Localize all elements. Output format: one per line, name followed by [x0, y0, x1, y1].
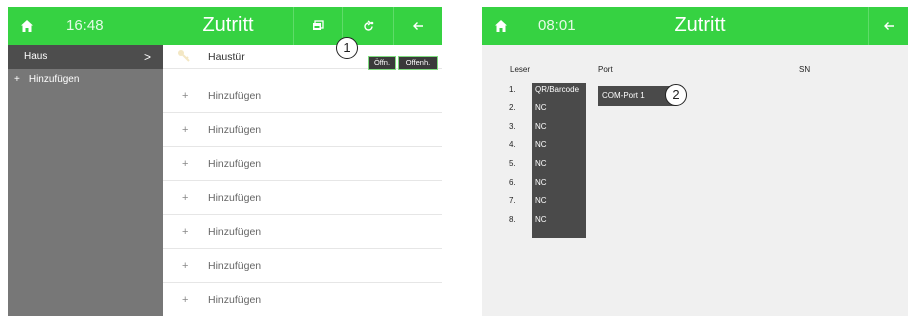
- sidebar: Haus > + Hinzufügen: [8, 45, 163, 316]
- left-screen: 16:48 Zutritt Haus > + Hinzufügen Haustü…: [8, 7, 442, 316]
- plus-icon: +: [182, 124, 189, 136]
- clock: 16:48: [66, 17, 104, 34]
- sidebar-add-button[interactable]: + Hinzufügen: [8, 69, 163, 91]
- reader-number: 2.: [509, 103, 516, 112]
- list-item-label: Haustür: [208, 51, 245, 63]
- back-arrow-icon: [413, 22, 423, 30]
- list-item-label: Hinzufügen: [208, 260, 262, 272]
- sidebar-item-haus[interactable]: Haus >: [8, 45, 163, 69]
- list-item-add[interactable]: + Hinzufügen: [163, 79, 442, 113]
- reader-type[interactable]: QR/Barcode: [535, 85, 579, 94]
- reader-number: 5.: [509, 159, 516, 168]
- list-item-add[interactable]: + Hinzufügen: [163, 249, 442, 283]
- plus-icon: +: [182, 90, 189, 102]
- page-title: Zutritt: [202, 14, 254, 36]
- home-button[interactable]: [8, 7, 46, 45]
- reader-type[interactable]: NC: [535, 178, 547, 187]
- list-item-add[interactable]: + Hinzufügen: [163, 113, 442, 147]
- sidebar-item-label: Haus: [24, 51, 48, 62]
- reader-type[interactable]: NC: [535, 215, 547, 224]
- list-item-add[interactable]: + Hinzufügen: [163, 283, 442, 316]
- list-item-label: Hinzufügen: [208, 226, 262, 238]
- callout-marker: 1: [336, 37, 358, 59]
- top-bar: 08:01 Zutritt: [482, 7, 908, 45]
- column-header-port: Port: [598, 65, 613, 74]
- chevron-right-icon: >: [143, 50, 151, 64]
- gallery-icon: [313, 20, 324, 30]
- reader-type[interactable]: NC: [535, 140, 547, 149]
- home-button[interactable]: [482, 7, 520, 45]
- home-icon: [21, 20, 33, 32]
- back-button[interactable]: [869, 7, 908, 45]
- column-header-sn: SN: [799, 65, 811, 74]
- gallery-button[interactable]: [294, 7, 342, 45]
- reader-number: 4.: [509, 140, 516, 149]
- reader-type[interactable]: NC: [535, 159, 547, 168]
- right-screen: 08:01 Zutritt Leser Port SN 1. 2. 3. 4. …: [482, 7, 908, 316]
- plus-icon: +: [182, 294, 189, 306]
- reader-number: 8.: [509, 215, 516, 224]
- reader-number: 7.: [509, 196, 516, 205]
- plus-icon: +: [182, 192, 189, 204]
- list-item-add[interactable]: + Hinzufügen: [163, 181, 442, 215]
- list-item-label: Hinzufügen: [208, 124, 262, 136]
- plus-icon: +: [182, 260, 189, 272]
- plus-icon: +: [182, 226, 189, 238]
- sidebar-add-label: Hinzufügen: [28, 74, 80, 85]
- back-button[interactable]: [394, 7, 442, 45]
- reader-number: 6.: [509, 178, 516, 187]
- plus-icon: +: [182, 158, 189, 170]
- back-arrow-icon: [883, 22, 894, 30]
- open-button[interactable]: Öffn.: [368, 56, 396, 70]
- list-item-label: Hinzufügen: [208, 158, 262, 170]
- list-item-label: Hinzufügen: [208, 192, 262, 204]
- key-icon: [178, 50, 190, 62]
- reader-number: 1.: [509, 85, 516, 94]
- list-item-add[interactable]: + Hinzufügen: [163, 215, 442, 249]
- callout-marker: 2: [665, 84, 687, 106]
- clock: 08:01: [538, 17, 576, 34]
- plus-icon: +: [14, 74, 20, 85]
- reader-type[interactable]: NC: [535, 122, 547, 131]
- list-item-add[interactable]: + Hinzufügen: [163, 147, 442, 181]
- hold-open-button[interactable]: Offenh.: [398, 56, 438, 70]
- home-icon: [495, 20, 507, 32]
- refresh-icon: [363, 19, 373, 31]
- reader-type[interactable]: NC: [535, 103, 547, 112]
- top-bar: 16:48 Zutritt: [8, 7, 442, 45]
- page-title: Zutritt: [674, 14, 726, 36]
- list-item-label: Hinzufügen: [208, 294, 262, 306]
- door-list: Haustür Öffn. Offenh. + Hinzufügen + Hin…: [163, 45, 442, 316]
- list-item-label: Hinzufügen: [208, 90, 262, 102]
- reader-type[interactable]: NC: [535, 196, 547, 205]
- column-header-reader: Leser: [510, 65, 531, 74]
- reader-number: 3.: [509, 122, 516, 131]
